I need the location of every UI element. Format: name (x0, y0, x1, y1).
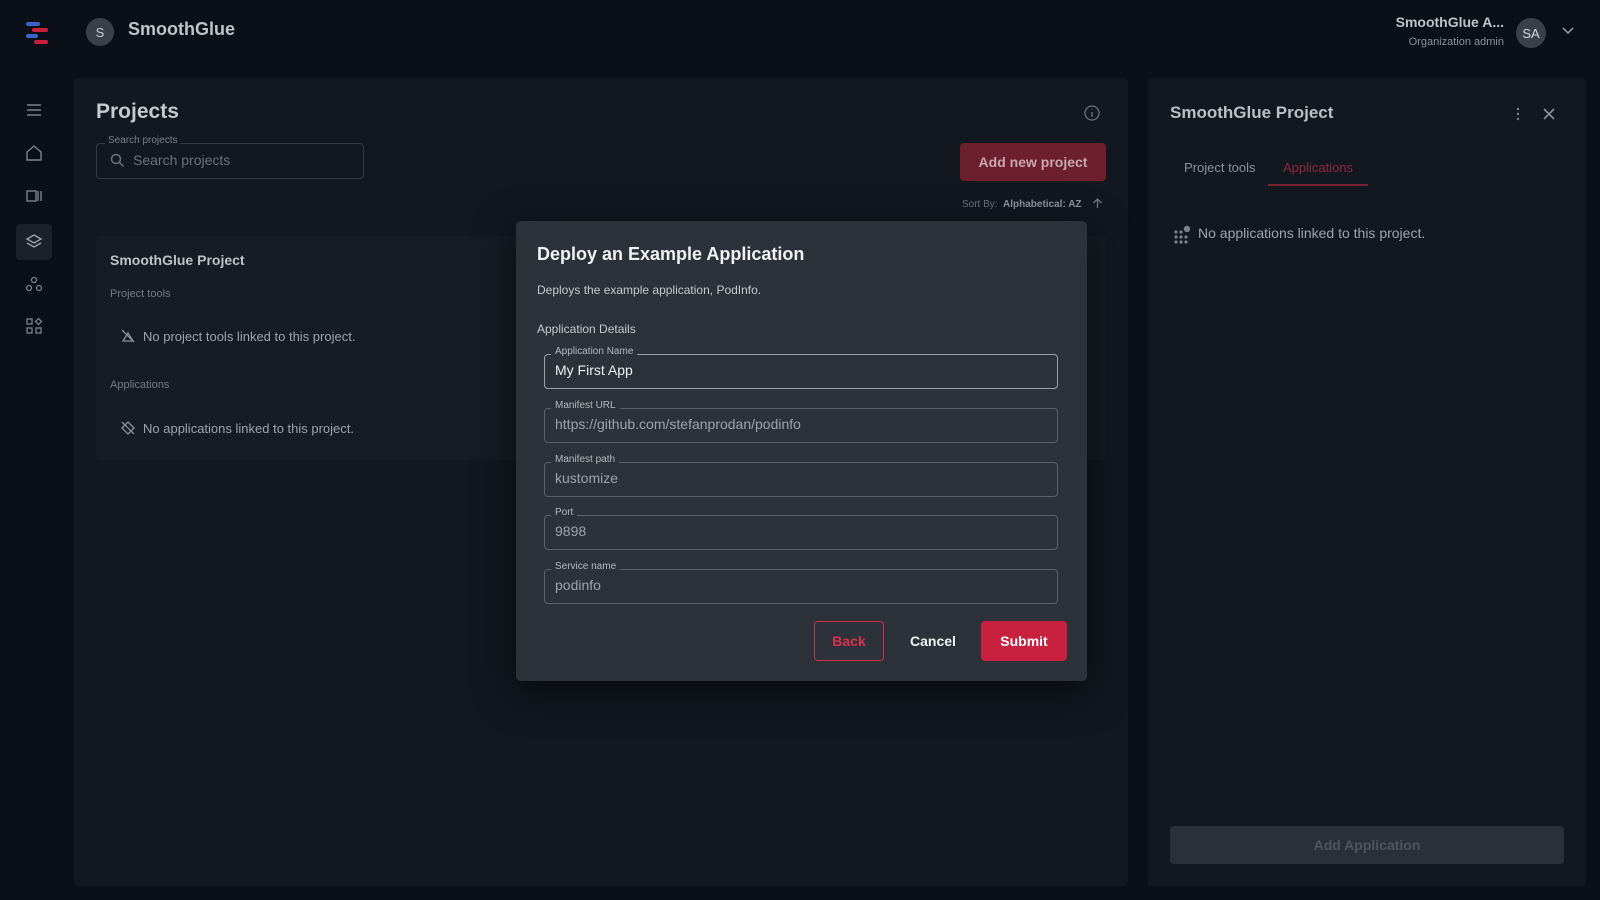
cancel-button[interactable]: Cancel (898, 621, 968, 661)
port-label: Port (551, 507, 578, 518)
sort-value[interactable]: Alphabetical: AZ (1003, 199, 1082, 210)
add-new-project-button[interactable]: Add new project (960, 143, 1106, 181)
applications-label: Applications (110, 379, 170, 391)
info-icon[interactable] (1083, 104, 1101, 122)
chevron-down-icon[interactable] (1560, 22, 1576, 38)
more-options-icon[interactable] (1509, 105, 1527, 123)
apps-grid-icon[interactable] (24, 316, 44, 336)
port-input[interactable] (555, 523, 1045, 539)
search-label: Search projects (105, 135, 181, 146)
manifest-path-input[interactable] (555, 470, 1045, 486)
detail-panel-title: SmoothGlue Project (1170, 103, 1334, 122)
search-icon (110, 153, 125, 168)
manifest-path-label: Manifest path (551, 454, 620, 465)
layers-icon[interactable] (24, 232, 44, 252)
home-icon[interactable] (24, 143, 44, 163)
no-applications-icon (120, 420, 136, 436)
search-input[interactable] (133, 152, 353, 168)
application-name-input[interactable] (555, 362, 1045, 378)
application-name-label: Application Name (551, 346, 638, 357)
no-applications-text: No applications linked to this project. (143, 421, 355, 436)
back-button[interactable]: Back (814, 621, 884, 661)
dialog-description: Deploys the example application, PodInfo… (537, 283, 762, 297)
org-avatar[interactable]: S (86, 18, 114, 46)
sort-label: Sort By: (962, 199, 998, 210)
teams-icon[interactable] (24, 274, 44, 294)
catalog-icon[interactable] (24, 186, 44, 206)
manifest-url-input[interactable] (555, 416, 1045, 432)
apps-dots-icon (1172, 224, 1192, 244)
no-tools-icon (120, 328, 136, 344)
page-title: Projects (96, 100, 179, 123)
service-name-label: Service name (551, 561, 621, 572)
org-name: SmoothGlue (128, 19, 235, 39)
close-icon[interactable] (1540, 105, 1558, 123)
submit-button[interactable]: Submit (981, 621, 1067, 661)
user-avatar[interactable]: SA (1516, 18, 1546, 48)
no-applications-message: No applications linked to this project. (1198, 225, 1426, 241)
dialog-title: Deploy an Example Application (537, 244, 805, 264)
sort-arrow-up-icon[interactable] (1091, 197, 1104, 210)
no-tools-text: No project tools linked to this project. (143, 329, 356, 344)
tab-project-tools[interactable]: Project tools (1184, 158, 1256, 186)
service-name-input[interactable] (555, 577, 1045, 593)
project-tools-label: Project tools (110, 288, 171, 300)
application-details-heading: Application Details (537, 322, 636, 336)
user-role: Organization admin (1408, 36, 1504, 48)
menu-icon[interactable] (24, 100, 44, 120)
project-card-title[interactable]: SmoothGlue Project (110, 252, 245, 268)
app-logo[interactable] (24, 18, 52, 46)
user-name[interactable]: SmoothGlue A... (1396, 14, 1504, 30)
add-application-button[interactable]: Add Application (1170, 826, 1564, 864)
manifest-url-label: Manifest URL (551, 400, 620, 411)
tab-applications[interactable]: Applications (1268, 158, 1368, 186)
project-detail-panel (1148, 78, 1586, 886)
